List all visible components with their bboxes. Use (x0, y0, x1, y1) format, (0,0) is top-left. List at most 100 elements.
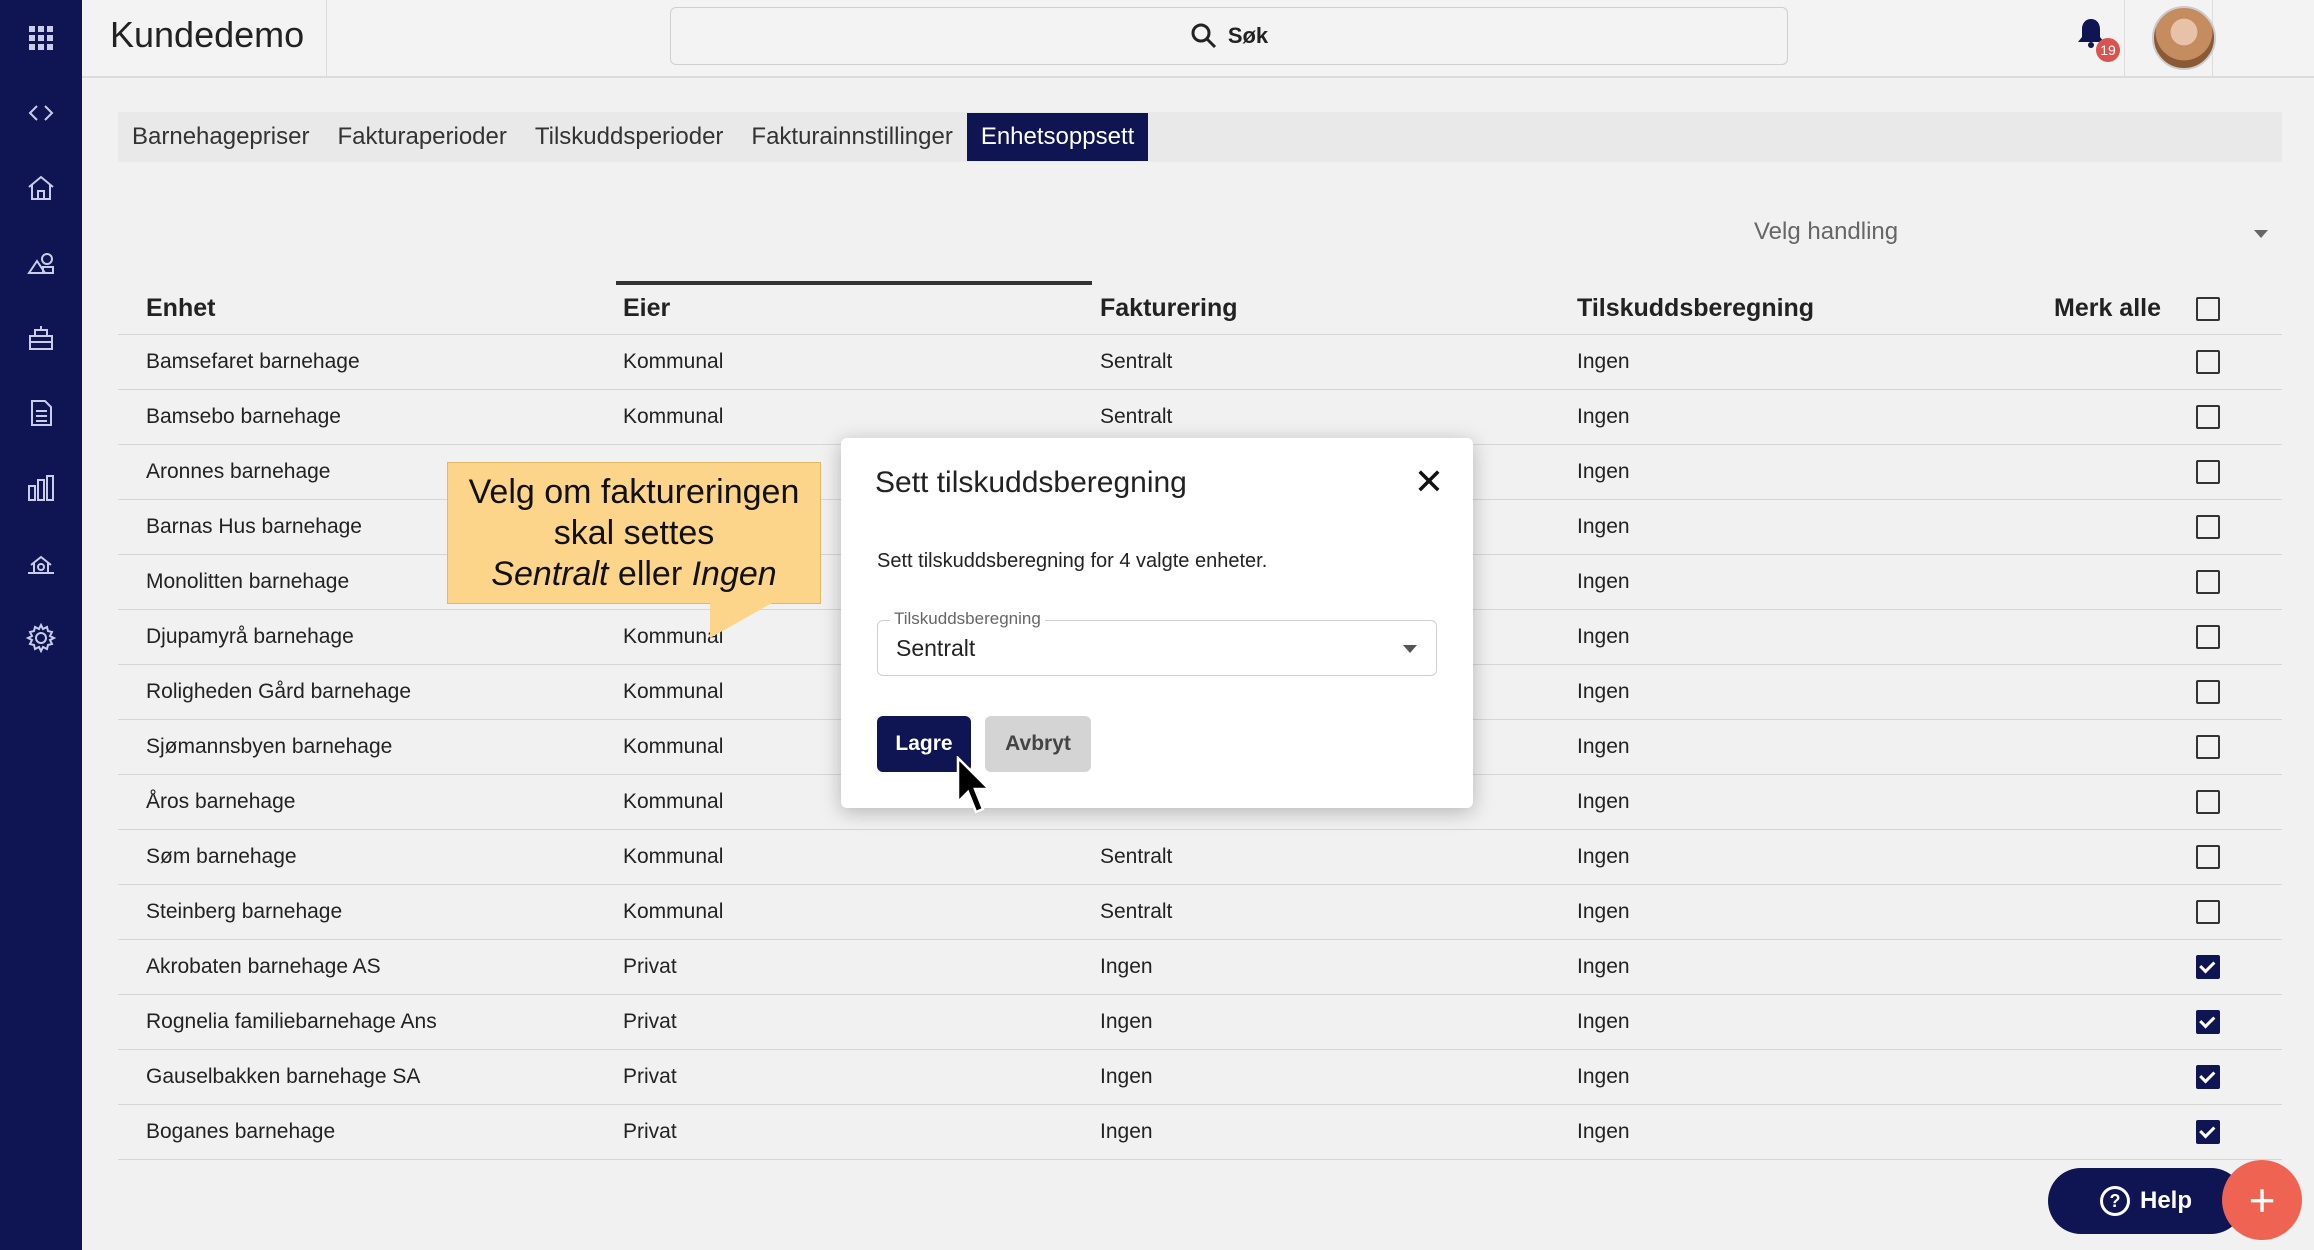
cell-billing: Sentralt (1100, 845, 1173, 868)
sidebar (0, 0, 82, 1250)
cell-subsidy: Ingen (1577, 1120, 1630, 1143)
cell-owner: Privat (623, 1065, 677, 1088)
tab-barnehagepriser[interactable]: Barnehagepriser (118, 113, 323, 161)
cancel-button[interactable]: Avbryt (985, 716, 1091, 772)
cell-owner: Privat (623, 1120, 677, 1143)
row-checkbox[interactable] (2196, 460, 2220, 484)
field-value: Sentralt (896, 635, 976, 661)
table-row: Gauselbakken barnehage SA Privat Ingen Inge… (118, 1050, 2282, 1105)
row-checkbox[interactable] (2196, 955, 2220, 979)
cell-billing: Sentralt (1100, 900, 1173, 923)
cell-subsidy: Ingen (1577, 735, 1630, 758)
callout-option: Sentralt (491, 555, 609, 593)
row-checkbox[interactable] (2196, 680, 2220, 704)
cell-unit: Monolitten barnehage (146, 570, 350, 593)
row-checkbox[interactable] (2196, 1065, 2220, 1089)
top-bar: Kundedemo Søk (82, 0, 2314, 78)
cell-subsidy: Ingen (1577, 900, 1630, 923)
tutorial-callout: Velg om faktureringen skal settes Sentra… (447, 462, 821, 604)
field-label: Tilskuddsberegning (890, 609, 1045, 629)
tab-tilskuddsperioder[interactable]: Tilskuddsperioder (521, 113, 738, 161)
toys-icon[interactable] (0, 225, 82, 300)
chevron-down-icon[interactable] (1403, 645, 1417, 653)
dialog-description: Sett tilskuddsberegning for 4 valgte enh… (877, 550, 1268, 572)
cell-subsidy: Ingen (1577, 405, 1630, 428)
settings-gear-icon[interactable] (0, 600, 82, 675)
callout-line: Velg om faktureringen (468, 473, 800, 511)
row-checkbox[interactable] (2196, 735, 2220, 759)
search-bar[interactable]: Søk (670, 7, 1788, 65)
cell-subsidy: Ingen (1577, 570, 1630, 593)
cell-billing: Ingen (1100, 1120, 1153, 1143)
tab-fakturaperioder[interactable]: Fakturaperioder (323, 113, 520, 161)
cell-unit: Bamsefaret barnehage (146, 350, 360, 373)
tab-fakturainnstillinger[interactable]: Fakturainnstillinger (737, 113, 966, 161)
callout-option: Ingen (691, 555, 777, 593)
help-question-icon: ? (2099, 1186, 2130, 1216)
header-subsidy[interactable]: Tilskuddsberegning (1577, 294, 1814, 323)
table-row: Rognelia familiebarnehage Ans Privat Ingen… (118, 995, 2282, 1050)
cell-unit: Bamsebo barnehage (146, 405, 341, 428)
row-checkbox[interactable] (2196, 625, 2220, 649)
callout-tail (710, 603, 772, 638)
row-checkbox[interactable] (2196, 790, 2220, 814)
add-button[interactable]: + (2222, 1160, 2302, 1240)
callout-joiner: eller (608, 555, 692, 593)
row-checkbox[interactable] (2196, 1120, 2220, 1144)
row-checkbox[interactable] (2196, 845, 2220, 869)
cell-subsidy: Ingen (1577, 955, 1630, 978)
cell-owner: Kommunal (623, 900, 724, 923)
chevron-down-icon[interactable] (2254, 230, 2268, 238)
cell-billing: Sentralt (1100, 350, 1173, 373)
cell-subsidy: Ingen (1577, 1010, 1630, 1033)
cell-unit: Åros barnehage (146, 790, 296, 813)
user-avatar[interactable] (2152, 6, 2216, 70)
select-all-checkbox[interactable] (2196, 296, 2220, 321)
row-checkbox[interactable] (2196, 570, 2220, 594)
house-settings-icon[interactable] (0, 525, 82, 600)
cell-owner: Kommunal (623, 625, 724, 648)
table-row: Steinberg barnehage Kommunal Sentralt Ingen (118, 885, 2282, 940)
table-row: Søm barnehage Kommunal Sentralt Ingen (118, 830, 2282, 885)
row-checkbox[interactable] (2196, 1010, 2220, 1034)
help-button[interactable]: ? Help (2048, 1168, 2244, 1234)
cell-subsidy: Ingen (1577, 460, 1630, 483)
cell-subsidy: Ingen (1577, 625, 1630, 648)
tab-enhetsoppsett[interactable]: Enhetsoppsett (966, 113, 1149, 161)
row-checkbox[interactable] (2196, 405, 2220, 429)
close-icon[interactable]: ✕ (1411, 461, 1447, 502)
cell-billing: Ingen (1100, 955, 1153, 978)
action-select[interactable]: Velg handling (1754, 218, 1898, 246)
cell-unit: Rognelia familiebarnehage Ans (146, 1010, 437, 1033)
header-owner[interactable]: Eier (623, 294, 670, 323)
code-brackets-icon[interactable] (0, 75, 82, 150)
subsidy-select[interactable]: Tilskuddsberegning Sentralt (877, 609, 1437, 676)
cell-unit: Akrobaten barnehage AS (146, 955, 381, 978)
home-icon[interactable] (0, 150, 82, 225)
apps-grid-icon[interactable] (0, 0, 82, 75)
header-billing[interactable]: Fakturering (1100, 294, 1238, 323)
cell-unit: Gauselbakken barnehage SA (146, 1065, 421, 1088)
row-checkbox[interactable] (2196, 350, 2220, 374)
row-checkbox[interactable] (2196, 900, 2220, 924)
cell-subsidy: Ingen (1577, 350, 1630, 373)
topbar-divider (2124, 0, 2125, 78)
building-icon[interactable] (0, 300, 82, 375)
cell-billing: Sentralt (1100, 405, 1173, 428)
cell-subsidy: Ingen (1577, 1065, 1630, 1088)
row-checkbox[interactable] (2196, 515, 2220, 539)
bar-chart-icon[interactable] (0, 450, 82, 525)
cell-owner: Privat (623, 1010, 677, 1033)
sort-indicator (616, 281, 1092, 285)
cell-owner: Kommunal (623, 405, 724, 428)
document-icon[interactable] (0, 375, 82, 450)
cell-owner: Kommunal (623, 350, 724, 373)
header-select-all: Merk alle (2054, 294, 2162, 322)
dialog-title: Sett tilskuddsberegning (875, 466, 1187, 499)
cell-subsidy: Ingen (1577, 845, 1630, 868)
cell-unit: Roligheden Gård barnehage (146, 680, 412, 703)
cell-subsidy: Ingen (1577, 790, 1630, 813)
notification-count-badge: 19 (2096, 38, 2120, 62)
header-unit[interactable]: Enhet (146, 294, 215, 323)
cell-unit: Søm barnehage (146, 845, 297, 868)
